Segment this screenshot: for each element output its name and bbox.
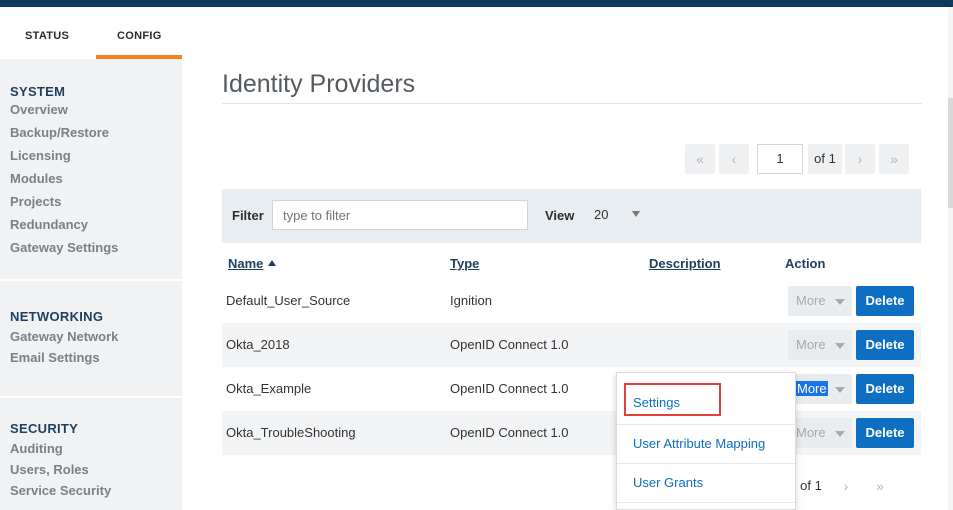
sidebar-divider [0, 279, 182, 281]
cell-name: Okta_TroubleShooting [226, 425, 356, 440]
menu-item-user-attribute-mapping[interactable]: User Attribute Mapping [617, 425, 795, 463]
more-button[interactable]: More [788, 330, 852, 360]
table-row: Okta_2018 OpenID Connect 1.0 More Delete [222, 323, 921, 367]
nav-heading-networking: NETWORKING [10, 309, 104, 324]
cell-type: OpenID Connect 1.0 [450, 381, 569, 396]
column-header-action: Action [785, 256, 826, 271]
last-page-button[interactable]: » [865, 471, 895, 501]
delete-button[interactable]: Delete [856, 374, 914, 404]
cell-type: Ignition [450, 293, 492, 308]
view-select-value: 20 [594, 207, 609, 222]
sidebar-item-licensing[interactable]: Licensing [10, 144, 118, 167]
top-bar [0, 0, 953, 7]
highlight-box [624, 383, 721, 416]
more-button-label: More [796, 425, 826, 440]
sidebar-item-modules[interactable]: Modules [10, 167, 118, 190]
sidebar-item-overview[interactable]: Overview [10, 98, 118, 121]
main-content: Identity Providers « ‹ 1 of 1 › » Filter… [182, 7, 948, 510]
sidebar: STATUS CONFIG SYSTEM Overview Backup/Res… [0, 7, 182, 510]
column-header-name[interactable]: Name [228, 256, 277, 271]
more-button[interactable]: More [788, 374, 852, 404]
last-page-button[interactable]: » [879, 144, 909, 174]
sidebar-item-backup-restore[interactable]: Backup/Restore [10, 121, 118, 144]
sidebar-item-email-settings[interactable]: Email Settings [10, 346, 118, 369]
menu-item-user-grants[interactable]: User Grants [617, 464, 795, 502]
more-actions-menu: Settings User Attribute Mapping User Gra… [616, 372, 796, 510]
prev-page-button[interactable]: ‹ [719, 144, 749, 174]
caret-down-icon [835, 387, 845, 393]
caret-down-icon [835, 299, 845, 305]
next-page-button[interactable]: › [845, 144, 875, 174]
more-button[interactable]: More [788, 286, 852, 316]
title-divider [222, 103, 922, 104]
chevron-down-icon [632, 211, 640, 217]
tab-bar: STATUS CONFIG [0, 7, 182, 59]
column-header-type[interactable]: Type [450, 256, 479, 271]
sidebar-item-redundancy[interactable]: Redundancy [10, 213, 118, 236]
delete-button[interactable]: Delete [856, 330, 914, 360]
sidebar-item-gateway-network[interactable]: Gateway Network [10, 325, 118, 348]
first-page-button[interactable]: « [685, 144, 715, 174]
caret-down-icon [835, 343, 845, 349]
more-button[interactable]: More [788, 418, 852, 448]
page-title: Identity Providers [222, 70, 416, 98]
page-count: of 1 [808, 144, 842, 174]
sidebar-item-gateway-settings[interactable]: Gateway Settings [10, 236, 118, 259]
more-button-label: More [796, 293, 826, 308]
delete-button[interactable]: Delete [856, 286, 914, 316]
column-header-label: Name [228, 256, 264, 271]
cell-name: Okta_Example [226, 381, 312, 396]
caret-down-icon [835, 431, 845, 437]
page-count: of 1 [794, 471, 828, 501]
cell-name: Default_User_Source [226, 293, 351, 308]
more-button-label: More [796, 337, 826, 352]
table-row: Okta_TroubleShooting OpenID Connect 1.0 … [222, 411, 921, 455]
nav-heading-security: SECURITY [10, 421, 79, 436]
filter-input[interactable] [272, 200, 528, 230]
scrollbar-thumb[interactable] [948, 98, 953, 208]
page-number-input[interactable]: 1 [757, 144, 803, 174]
tab-config[interactable]: CONFIG [117, 30, 162, 42]
column-header-description[interactable]: Description [649, 256, 721, 271]
tab-status[interactable]: STATUS [25, 30, 69, 42]
sort-ascending-icon [268, 260, 277, 266]
table-row: Okta_Example OpenID Connect 1.0 More Del… [222, 367, 921, 411]
filter-bar: Filter View 20 [222, 189, 921, 243]
scrollbar-track[interactable] [948, 7, 953, 510]
sidebar-item-users-roles[interactable]: Users, Roles [10, 458, 111, 481]
sidebar-item-auditing[interactable]: Auditing [10, 437, 111, 460]
active-tab-indicator [96, 55, 182, 59]
delete-button[interactable]: Delete [856, 418, 914, 448]
sidebar-divider [0, 396, 182, 398]
cell-type: OpenID Connect 1.0 [450, 425, 569, 440]
cell-name: Okta_2018 [226, 337, 290, 352]
sidebar-item-service-security[interactable]: Service Security [10, 479, 111, 502]
view-select[interactable]: 20 [584, 200, 652, 230]
next-page-button[interactable]: › [831, 471, 861, 501]
nav-section-networking: NETWORKING Gateway Network Email Setting… [10, 307, 118, 369]
table-row: Default_User_Source Ignition More Delete [222, 279, 921, 323]
menu-divider [617, 502, 795, 503]
sidebar-item-projects[interactable]: Projects [10, 190, 118, 213]
more-button-label: More [796, 381, 828, 396]
filter-label: Filter [232, 208, 264, 223]
view-label: View [545, 208, 575, 223]
nav-section-security: SECURITY Auditing Users, Roles Service S… [10, 419, 111, 502]
cell-type: OpenID Connect 1.0 [450, 337, 569, 352]
nav-section-system: SYSTEM Overview Backup/Restore Licensing… [10, 82, 118, 259]
